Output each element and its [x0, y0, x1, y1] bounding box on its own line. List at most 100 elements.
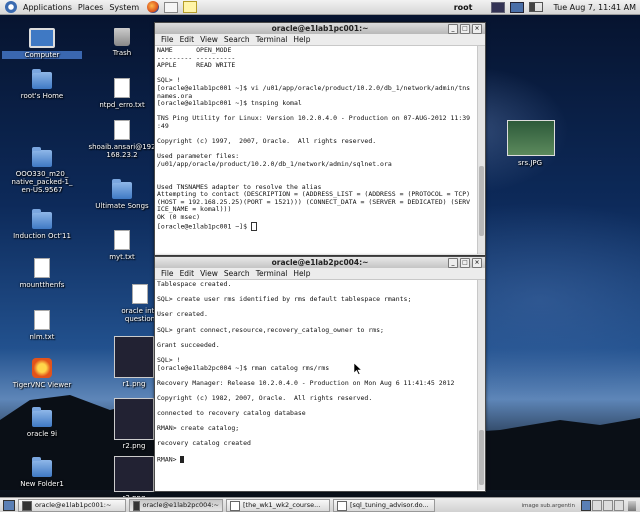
task-button-terminal-1[interactable]: oracle@e1lab1pc001:~ — [18, 499, 126, 512]
close-button[interactable]: × — [472, 258, 482, 268]
desktop-icon-computer[interactable]: Computer — [2, 28, 82, 59]
desktop-icon-label: Ultimate Songs — [95, 202, 149, 210]
window-title: oracle@e1lab1pc001:~ — [271, 24, 369, 33]
desktop-icon-ultimate-songs[interactable]: Ultimate Songs — [95, 179, 149, 210]
terminal-icon — [133, 500, 140, 511]
cursor — [250, 221, 257, 231]
places-menu[interactable]: Places — [78, 3, 103, 12]
menu-edit[interactable]: Edit — [180, 269, 195, 278]
workspace-2[interactable] — [592, 500, 602, 511]
volume-icon[interactable] — [529, 2, 544, 12]
scrollbar-thumb[interactable] — [479, 166, 484, 236]
desktop-icon-home[interactable]: root's Home — [21, 69, 63, 100]
menu-help[interactable]: Help — [293, 35, 310, 44]
workspace-label: image sub.argentin — [521, 502, 575, 509]
terminal-window-1[interactable]: oracle@e1lab1pc001:~ _ □ × File Edit Vie… — [154, 22, 486, 256]
task-button-sql-tuning-doc[interactable]: [sql_tuning_advisor.do... — [333, 499, 435, 512]
task-button-course-doc[interactable]: [the_wk1_wk2_course... — [226, 499, 330, 512]
text-file-icon — [114, 120, 130, 140]
menubar: File Edit View Search Terminal Help — [155, 34, 485, 46]
scrollbar[interactable] — [477, 280, 485, 490]
desktop-icon-ooo330[interactable]: OOO330_m20_ native_packed-1_ en-US.9567 — [12, 147, 72, 194]
text-file-icon — [34, 258, 50, 278]
desktop-icon-label: srs.JPG — [517, 159, 543, 167]
desktop-icon-mountthenfs[interactable]: mountthenfs — [20, 258, 64, 289]
menu-file[interactable]: File — [161, 35, 174, 44]
window-titlebar[interactable]: oracle@e1lab1pc001:~ _ □ × — [155, 23, 485, 34]
window-titlebar[interactable]: oracle@e1lab2pc004:~ _ □ × — [155, 257, 485, 268]
desktop-icon-newfolder1[interactable]: New Folder1 — [20, 457, 64, 488]
desktop-icon-oracle9i[interactable]: oracle 9i — [22, 407, 62, 438]
text-file-icon — [34, 310, 50, 330]
desktop-icon-r1[interactable]: r1.png — [114, 336, 154, 388]
desktop-icon-label: New Folder1 — [20, 480, 64, 488]
scrollbar[interactable] — [477, 46, 485, 254]
task-label: [sql_tuning_advisor.do... — [350, 501, 429, 509]
image-thumbnail-icon — [114, 336, 154, 378]
desktop-icon-label: oracle 9i — [26, 430, 58, 438]
image-thumbnail-icon — [114, 456, 154, 492]
task-label: [the_wk1_wk2_course... — [243, 501, 321, 509]
mouse-cursor-icon — [354, 363, 362, 375]
menubar: File Edit View Search Terminal Help — [155, 268, 485, 280]
trash-applet-icon[interactable] — [628, 500, 636, 511]
workspace-1[interactable] — [581, 500, 591, 511]
text-file-icon — [114, 230, 130, 250]
system-menu[interactable]: System — [109, 3, 139, 12]
terminal-output[interactable]: NAME OPEN_MODE --------- ---------- APPL… — [155, 46, 474, 255]
desktop-icon-r2[interactable]: r2.png — [114, 398, 154, 450]
terminal-output[interactable]: Tablespace created. SQL> create user rms… — [155, 280, 474, 491]
desktop-icon-shoaib[interactable]: shoaib.ansari@192 168.23.2 — [88, 120, 156, 159]
menu-search[interactable]: Search — [224, 35, 250, 44]
scrollbar-thumb[interactable] — [479, 430, 484, 485]
terminal-icon — [22, 500, 32, 511]
workspace-3[interactable] — [603, 500, 613, 511]
text-file-icon — [114, 78, 130, 98]
clock[interactable]: Tue Aug 7, 11:41 AM — [553, 3, 636, 12]
desktop-icon-ntpd[interactable]: ntpd_erro.txt — [99, 78, 145, 109]
desktop-icon-label: shoaib.ansari@192 168.23.2 — [88, 143, 156, 159]
desktop-icon-tigervnc[interactable]: TigerVNC Viewer — [13, 358, 71, 389]
top-panel: Applications Places System root Tue Aug … — [0, 0, 640, 15]
task-button-terminal-2[interactable]: oracle@e1lab2pc004:~ — [129, 499, 223, 512]
menu-view[interactable]: View — [200, 269, 218, 278]
desktop-icon-label: myt.txt — [109, 253, 135, 261]
cursor — [180, 455, 185, 463]
maximize-button[interactable]: □ — [460, 258, 470, 268]
folder-icon — [32, 147, 52, 167]
network-icon[interactable] — [510, 1, 525, 13]
minimize-button[interactable]: _ — [448, 24, 458, 34]
gnome-foot-icon[interactable] — [5, 1, 17, 13]
menu-search[interactable]: Search — [224, 269, 250, 278]
desktop-icon-induction[interactable]: Induction Oct'11 — [13, 209, 71, 240]
workspace-switcher[interactable] — [581, 500, 624, 511]
terminal-window-2[interactable]: oracle@e1lab2pc004:~ _ □ × File Edit Vie… — [154, 256, 486, 492]
workspace-4[interactable] — [614, 500, 624, 511]
user-name[interactable]: root — [454, 3, 473, 12]
desktop-icon-r3[interactable]: r3.png — [114, 456, 154, 502]
desktop-icon-label: root's Home — [20, 92, 64, 100]
display-icon[interactable] — [491, 1, 506, 13]
menu-file[interactable]: File — [161, 269, 174, 278]
firefox-icon[interactable] — [147, 1, 160, 13]
menu-help[interactable]: Help — [293, 269, 310, 278]
trash-icon — [114, 28, 130, 46]
menu-view[interactable]: View — [200, 35, 218, 44]
menu-terminal[interactable]: Terminal — [256, 269, 288, 278]
desktop-icon-label: nlm.txt — [29, 333, 55, 341]
desktop-icon-nlm[interactable]: nlm.txt — [22, 310, 62, 341]
menu-terminal[interactable]: Terminal — [256, 35, 288, 44]
applications-menu[interactable]: Applications — [23, 3, 72, 12]
desktop-icon-srs[interactable]: srs.JPG — [507, 120, 555, 167]
note-icon[interactable] — [183, 1, 198, 13]
image-thumbnail-icon — [114, 398, 154, 440]
show-desktop-icon[interactable] — [3, 500, 15, 511]
maximize-button[interactable]: □ — [460, 24, 470, 34]
desktop-icon-label: TigerVNC Viewer — [12, 381, 72, 389]
desktop-icon-trash[interactable]: Trash — [102, 28, 142, 57]
menu-edit[interactable]: Edit — [180, 35, 195, 44]
close-button[interactable]: × — [472, 24, 482, 34]
minimize-button[interactable]: _ — [448, 258, 458, 268]
mail-icon[interactable] — [164, 1, 179, 13]
desktop-icon-myt[interactable]: myt.txt — [102, 230, 142, 261]
